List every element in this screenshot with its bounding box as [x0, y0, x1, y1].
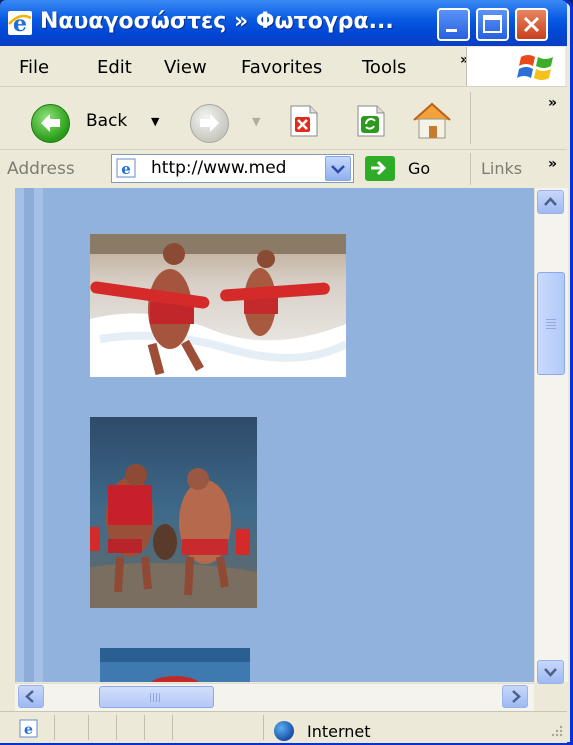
thumb-grip-line [546, 325, 556, 326]
home-icon[interactable] [410, 100, 454, 140]
window-left-frame [0, 188, 15, 711]
go-arrow-icon [371, 160, 387, 176]
go-button[interactable] [365, 156, 395, 181]
scroll-up-button[interactable] [537, 190, 564, 214]
maximize-button[interactable] [476, 8, 509, 41]
address-label: Address [7, 159, 75, 179]
svg-text:e: e [121, 160, 131, 178]
thumb-grip-line [546, 328, 556, 329]
chevron-down-icon [331, 165, 345, 174]
page-status-icon: e [19, 719, 38, 738]
links-label[interactable]: Links [481, 159, 522, 178]
status-divider [54, 715, 55, 740]
minimize-button[interactable] [437, 8, 470, 41]
stop-icon[interactable] [288, 104, 320, 138]
maximize-icon [483, 15, 502, 33]
thumb-grip-line [153, 693, 154, 702]
chevron-up-icon [544, 197, 557, 206]
page-left-band-stripe [24, 188, 34, 682]
page-viewport [15, 188, 534, 682]
scroll-down-button[interactable] [537, 660, 564, 684]
thumb-grip-line [546, 322, 556, 323]
lifeguard-photo-3[interactable] [100, 648, 250, 682]
status-divider [116, 715, 117, 740]
menu-favorites[interactable]: Favorites [241, 57, 322, 78]
forward-button[interactable] [190, 104, 229, 143]
internet-globe-icon [274, 721, 294, 741]
scroll-right-button[interactable] [502, 685, 528, 708]
menu-view[interactable]: View [164, 57, 207, 78]
address-separator [470, 153, 471, 185]
go-label[interactable]: Go [408, 159, 430, 178]
internet-explorer-icon: e [8, 11, 32, 36]
back-label[interactable]: Back [86, 111, 127, 131]
chevron-down-icon [544, 668, 557, 677]
address-dropdown-button[interactable] [325, 156, 351, 181]
svg-text:e: e [13, 11, 27, 36]
links-overflow-chevron[interactable]: » [548, 156, 557, 172]
status-divider [263, 715, 264, 740]
horizontal-scroll-thumb[interactable] [99, 686, 214, 708]
forward-dropdown-icon[interactable]: ▼ [252, 115, 260, 128]
windows-flag-icon [517, 55, 553, 80]
thumb-grip-line [150, 693, 151, 702]
toolbar-separator [470, 92, 471, 144]
thumb-grip-line [156, 693, 157, 702]
status-divider [88, 715, 89, 740]
windows-logo-area [466, 47, 565, 86]
address-url[interactable]: http://www.med [151, 158, 286, 178]
back-dropdown-icon[interactable]: ▼ [151, 115, 159, 128]
menu-file[interactable]: File [19, 57, 49, 78]
lifeguard-photo-1[interactable] [90, 234, 346, 377]
vertical-scrollbar[interactable] [534, 188, 568, 682]
thumb-grip-line [159, 693, 160, 702]
chevron-right-icon [512, 690, 521, 703]
back-arrow-icon [41, 114, 60, 132]
status-divider [172, 715, 173, 740]
horizontal-scrollbar[interactable] [15, 683, 534, 711]
status-divider [144, 715, 145, 740]
chevron-left-icon [25, 690, 34, 703]
security-zone-label: Internet [307, 722, 371, 741]
close-icon [523, 16, 540, 33]
window-title: Ναυαγοσώστες » Φωτογρα... [40, 9, 394, 34]
close-button[interactable] [515, 8, 548, 41]
scroll-left-button[interactable] [18, 685, 44, 708]
resize-grip-icon[interactable] [548, 722, 564, 738]
page-icon: e [116, 158, 136, 178]
menu-edit[interactable]: Edit [97, 57, 132, 78]
svg-text:e: e [24, 722, 33, 738]
thumb-grip-line [546, 319, 556, 320]
title-bar[interactable]: e Ναυαγοσώστες » Φωτογρα... [0, 0, 567, 46]
forward-arrow-icon [200, 114, 219, 132]
lifeguard-photo-2[interactable] [90, 417, 257, 608]
vertical-scroll-thumb[interactable] [537, 272, 565, 375]
refresh-icon[interactable] [355, 104, 387, 138]
menu-tools[interactable]: Tools [362, 57, 406, 78]
minimize-icon [446, 29, 457, 32]
toolbar-overflow-chevron[interactable]: » [548, 95, 557, 111]
back-button[interactable] [31, 104, 70, 143]
